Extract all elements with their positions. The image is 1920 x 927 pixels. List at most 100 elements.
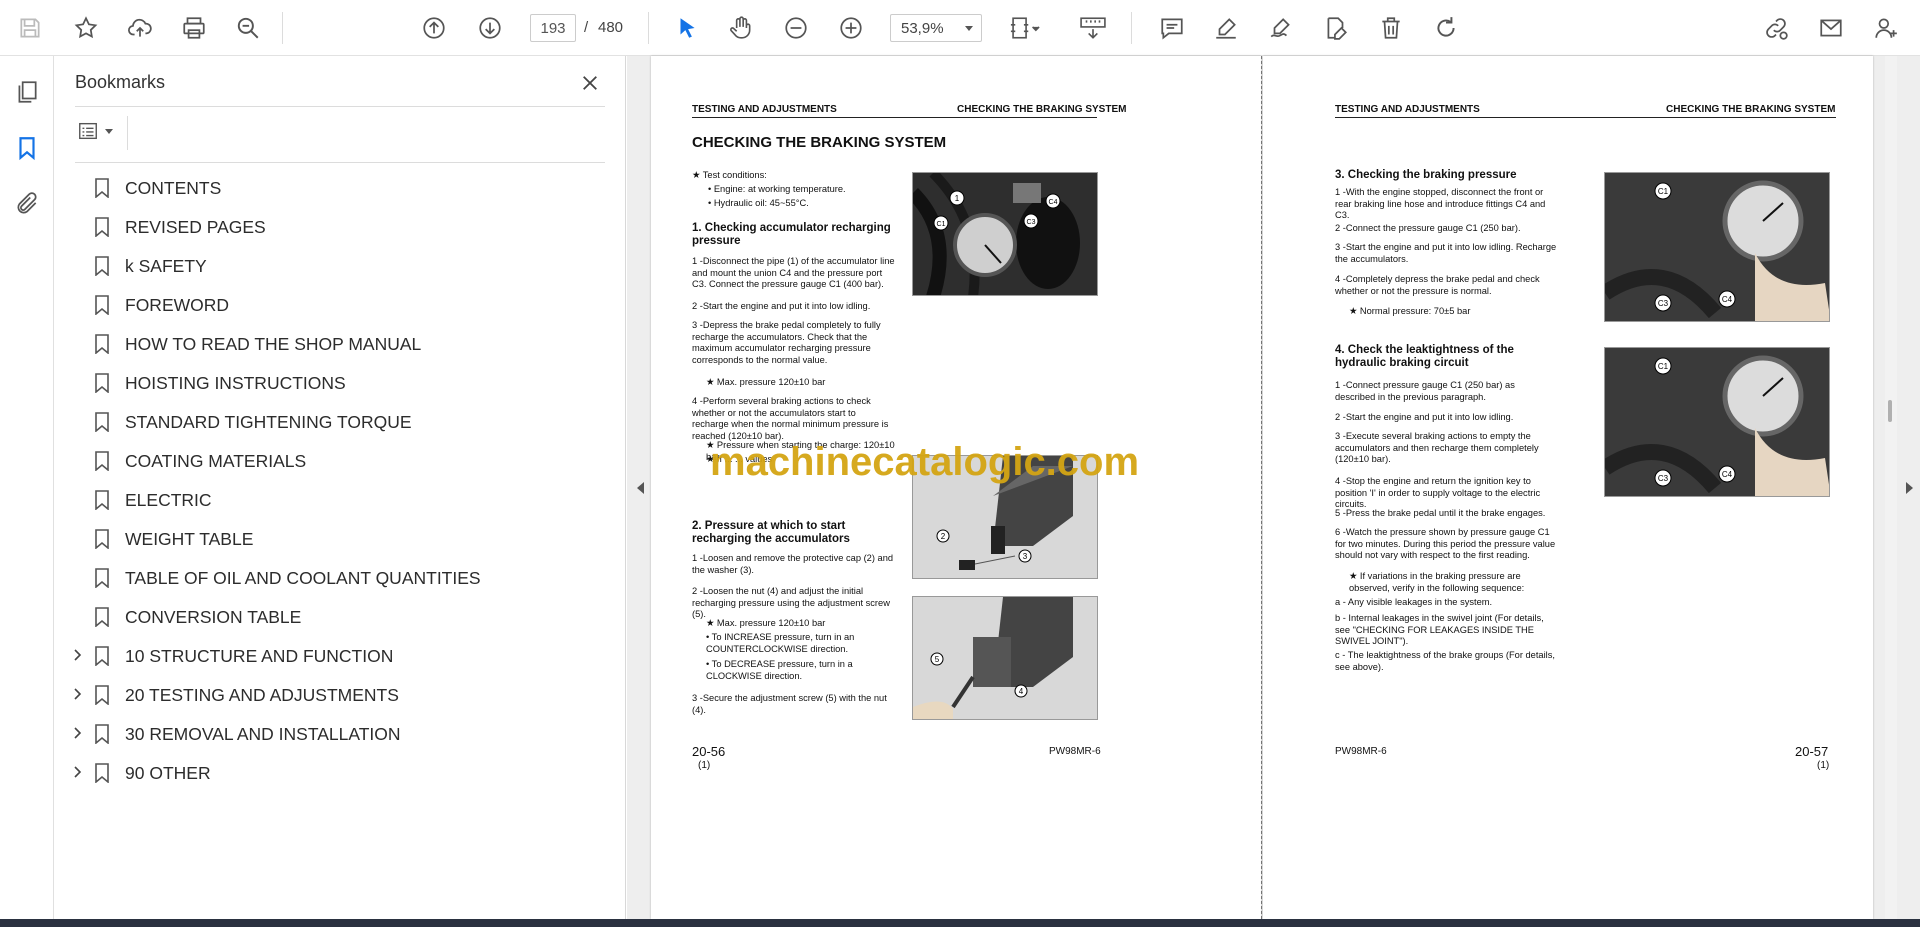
previous-page-icon[interactable] — [416, 10, 452, 46]
section-2-title: 2. Pressure at which to start recharging… — [692, 520, 850, 545]
bookmark-label: WEIGHT TABLE — [125, 529, 254, 549]
s4-step-2: 2 -Start the engine and put it into low … — [1335, 412, 1514, 422]
toolbar: / 480 — [0, 0, 1920, 56]
page-fit-icon[interactable] — [1002, 10, 1048, 46]
bookmark-icon — [93, 685, 111, 706]
s1-step-4: 4 -Perform several braking actions to ch… — [692, 396, 889, 441]
zoom-dropdown[interactable] — [890, 14, 982, 42]
s1-step-3: 3 -Depress the brake pedal completely to… — [692, 320, 881, 365]
edit-document-icon[interactable] — [1318, 10, 1354, 46]
s4-step-6: 6 -Watch the pressure shown by pressure … — [1335, 527, 1556, 560]
delete-icon[interactable] — [1373, 10, 1409, 46]
hand-tool-icon[interactable] — [723, 10, 759, 46]
page-title: CHECKING THE BRAKING SYSTEM — [692, 134, 947, 151]
s2-step-2: 2 -Loosen the nut (4) and adjust the ini… — [692, 586, 890, 619]
bookmark-label: 30 REMOVAL AND INSTALLATION — [125, 724, 401, 744]
bookmark-item[interactable]: WEIGHT TABLE — [55, 519, 625, 558]
bookmark-item[interactable]: STANDARD TIGHTENING TORQUE — [55, 402, 625, 441]
bookmark-panel-icon[interactable] — [9, 130, 45, 166]
vertical-scrollbar[interactable] — [1885, 56, 1897, 919]
print-icon[interactable] — [176, 10, 212, 46]
bookmark-item[interactable]: k SAFETY — [55, 246, 625, 285]
attachment-icon[interactable] — [9, 186, 45, 222]
s2-bullet-1: • To INCREASE pressure, turn in an COUNT… — [706, 632, 855, 654]
s3-step-4: 4 -Completely depress the brake pedal an… — [1335, 274, 1540, 296]
bookmark-icon — [93, 763, 111, 784]
mail-icon[interactable] — [1813, 10, 1849, 46]
bookmark-label: 20 TESTING AND ADJUSTMENTS — [125, 685, 399, 705]
section-3-title: 3. Checking the braking pressure — [1335, 169, 1517, 181]
bookmark-label: HOISTING INSTRUCTIONS — [125, 373, 346, 393]
bookmark-icon — [93, 256, 111, 277]
chevron-right-icon[interactable] — [71, 726, 85, 740]
bottom-bar — [0, 919, 1920, 927]
test-conditions: ★ Test conditions: — [692, 170, 767, 180]
callout-c3: C3 — [1027, 219, 1036, 226]
bookmark-item[interactable]: HOISTING INSTRUCTIONS — [55, 363, 625, 402]
bookmark-item[interactable]: TABLE OF OIL AND COOLANT QUANTITIES — [55, 558, 625, 597]
comment-icon[interactable] — [1154, 10, 1190, 46]
draw-signature-icon[interactable] — [1263, 10, 1299, 46]
scrollbar-thumb[interactable] — [1888, 400, 1892, 422]
bookmark-item[interactable]: FOREWORD — [55, 285, 625, 324]
s3-step-2: 2 -Connect the pressure gauge C1 (250 ba… — [1335, 223, 1521, 233]
save-icon[interactable] — [12, 10, 48, 46]
bookmark-label: HOW TO READ THE SHOP MANUAL — [125, 334, 422, 354]
bookmark-icon — [93, 568, 111, 589]
bookmark-item[interactable]: 20 TESTING AND ADJUSTMENTS — [55, 675, 625, 714]
bookmark-label: 10 STRUCTURE AND FUNCTION — [125, 646, 394, 666]
s4-check-b: b - Internal leakages in the swivel join… — [1335, 613, 1544, 646]
next-page-icon[interactable] — [472, 10, 508, 46]
add-user-icon[interactable] — [1868, 10, 1904, 46]
chevron-right-icon[interactable] — [71, 648, 85, 662]
chevron-right-icon[interactable] — [71, 687, 85, 701]
bookmark-item[interactable]: CONVERSION TABLE — [55, 597, 625, 636]
bookmark-item[interactable]: REVISED PAGES — [55, 207, 625, 246]
select-cursor-icon[interactable] — [669, 10, 705, 46]
star-icon[interactable] — [68, 10, 104, 46]
bookmark-item[interactable]: HOW TO READ THE SHOP MANUAL — [55, 324, 625, 363]
bookmark-item[interactable]: 10 STRUCTURE AND FUNCTION — [55, 636, 625, 675]
bookmark-list: CONTENTS REVISED PAGES k SAFETY FOREWORD HOW… — [55, 168, 625, 792]
rotate-icon[interactable] — [1428, 10, 1464, 46]
zoom-in-icon[interactable] — [833, 10, 869, 46]
zoom-value-input[interactable] — [891, 15, 951, 41]
watermark: machinecatalogic.com — [710, 440, 1140, 484]
bookmark-label: REVISED PAGES — [125, 217, 266, 237]
pdf-page-right: TESTING AND ADJUSTMENTS CHECKING THE BRA… — [1263, 56, 1873, 919]
share-link-icon[interactable] — [1758, 10, 1794, 46]
list-options-icon — [79, 122, 97, 140]
bookmark-icon — [93, 451, 111, 472]
close-icon[interactable] — [575, 68, 605, 98]
total-pages: 480 — [598, 19, 624, 36]
expand-right-panel-arrow-icon[interactable] — [1900, 468, 1920, 508]
zoom-out-icon[interactable] — [778, 10, 814, 46]
pdf-page-left: TESTING AND ADJUSTMENTS CHECKING THE BRA… — [651, 56, 1261, 919]
page-thumbnails-icon[interactable] — [9, 74, 45, 110]
s3-step-3: 3 -Start the engine and put it into low … — [1335, 242, 1557, 264]
s3-step-1: 1 -With the engine stopped, disconnect t… — [1335, 187, 1546, 220]
bookmark-icon — [93, 217, 111, 238]
callout-c1: C1 — [937, 221, 946, 228]
bookmark-icon — [93, 724, 111, 745]
callout-5: 5 — [935, 655, 940, 664]
bookmark-item[interactable]: 30 REMOVAL AND INSTALLATION — [55, 714, 625, 753]
bookmark-item[interactable]: CONTENTS — [55, 168, 625, 207]
condition-2: • Hydraulic oil: 45~55°C. — [708, 198, 809, 208]
highlight-pen-icon[interactable] — [1208, 10, 1244, 46]
page-number-input[interactable] — [530, 14, 576, 42]
cloud-upload-icon[interactable] — [122, 10, 158, 46]
zoom-search-icon[interactable] — [230, 10, 266, 46]
bookmark-options-button[interactable] — [75, 116, 129, 146]
callout-4: 4 — [1019, 687, 1024, 696]
bookmark-item[interactable]: 90 OTHER — [55, 753, 625, 792]
s4-step-4: 4 -Stop the engine and return the igniti… — [1335, 476, 1541, 509]
bookmark-item[interactable]: ELECTRIC — [55, 480, 625, 519]
collapse-panel-arrow-icon[interactable] — [631, 468, 651, 508]
photo-braking-pressure-gauge: C1 C3 C4 — [1604, 172, 1830, 322]
bookmark-item[interactable]: COATING MATERIALS — [55, 441, 625, 480]
bookmark-label: TABLE OF OIL AND COOLANT QUANTITIES — [125, 568, 481, 588]
bookmark-label: STANDARD TIGHTENING TORQUE — [125, 412, 412, 432]
chevron-right-icon[interactable] — [71, 765, 85, 779]
scroll-mode-icon[interactable] — [1073, 10, 1113, 46]
